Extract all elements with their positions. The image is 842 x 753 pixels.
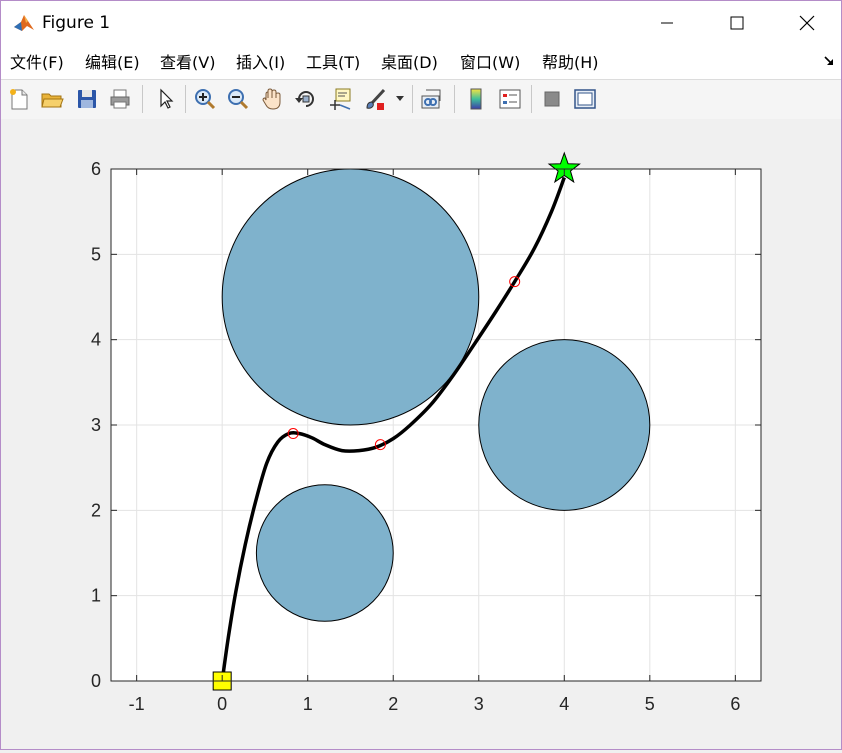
minimize-icon: [661, 22, 673, 24]
x-tick-label: 5: [645, 694, 655, 714]
data-cursor-icon: [330, 88, 351, 110]
print-button[interactable]: [105, 84, 135, 114]
menu-tools[interactable]: 工具(T): [306, 53, 360, 72]
minimize-button[interactable]: [644, 1, 690, 45]
link-plot-button[interactable]: [417, 84, 447, 114]
zoom-out-button[interactable]: [223, 84, 253, 114]
menu-window[interactable]: 窗口(W): [460, 53, 520, 72]
menu-insert[interactable]: 插入(I): [236, 53, 285, 72]
y-tick-label: 2: [91, 500, 101, 520]
select-arrow-button[interactable]: [150, 84, 180, 114]
y-tick-label: 5: [91, 244, 101, 264]
save-icon: [78, 90, 96, 108]
x-tick-label: 1: [303, 694, 313, 714]
colorbar-icon: [470, 88, 482, 110]
show-plot-tools-icon: [574, 89, 596, 109]
figure-canvas: -1 0 1 2 3 4 5 6 0 1 2 3 4 5 6: [1, 119, 841, 749]
chevron-down-icon: [396, 96, 404, 101]
new-figure-button[interactable]: [4, 84, 34, 114]
toolbar-separator: [185, 85, 186, 113]
toolbar-separator: [531, 85, 532, 113]
obstacle-right: [478, 339, 651, 511]
y-tick-label: 6: [91, 159, 101, 179]
zoom-out-icon: [228, 89, 249, 110]
select-arrow-icon: [160, 88, 174, 109]
colorbar-button[interactable]: [461, 84, 491, 114]
brush-icon: [366, 88, 386, 110]
data-cursor-button[interactable]: [325, 84, 355, 114]
save-button[interactable]: [72, 84, 102, 114]
x-tick-label: 0: [217, 694, 227, 714]
matlab-logo-icon: [13, 12, 35, 34]
toolbar-separator: [454, 85, 455, 113]
obstacle-large: [221, 168, 480, 426]
y-tick-label: 1: [91, 586, 101, 606]
pan-hand-icon: [262, 88, 281, 110]
title-bar: Figure 1: [1, 1, 841, 45]
rotate-3d-icon: [295, 91, 314, 107]
dock-arrow-icon[interactable]: [823, 55, 835, 67]
pan-button[interactable]: [257, 84, 287, 114]
menu-edit[interactable]: 编辑(E): [85, 53, 140, 72]
obstacle-bottom: [255, 484, 394, 622]
menu-desktop[interactable]: 桌面(D): [381, 53, 438, 72]
menu-bar: 文件(F) 编辑(E) 查看(V) 插入(I) 工具(T) 桌面(D) 窗口(W…: [1, 45, 841, 79]
menu-file[interactable]: 文件(F): [10, 53, 64, 72]
brush-button[interactable]: [360, 84, 390, 114]
y-tick-label: 0: [91, 671, 101, 691]
close-button[interactable]: [784, 1, 830, 45]
rotate-3d-button[interactable]: [291, 84, 321, 114]
new-figure-icon: [10, 89, 28, 110]
menu-view[interactable]: 查看(V): [160, 53, 215, 72]
y-tick-label: 4: [91, 330, 101, 350]
maximize-icon: [730, 16, 744, 30]
zoom-in-button[interactable]: [190, 84, 220, 114]
plot-svg[interactable]: -1 0 1 2 3 4 5 6 0 1 2 3 4 5 6: [1, 119, 841, 749]
print-icon: [110, 89, 130, 109]
open-file-button[interactable]: [37, 84, 67, 114]
legend-icon: [499, 89, 521, 109]
zoom-in-icon: [195, 89, 216, 110]
x-tick-label: 4: [559, 694, 569, 714]
toolbar-separator: [142, 85, 143, 113]
legend-button[interactable]: [495, 84, 525, 114]
show-plot-tools-button[interactable]: [570, 84, 600, 114]
toolbar-separator: [412, 85, 413, 113]
hide-plot-tools-icon: [544, 91, 560, 107]
menu-help[interactable]: 帮助(H): [542, 53, 599, 72]
y-tick-label: 3: [91, 415, 101, 435]
x-tick-label: 2: [388, 694, 398, 714]
x-tick-label: 3: [474, 694, 484, 714]
x-tick-label: 6: [730, 694, 740, 714]
brush-dropdown-button[interactable]: [393, 84, 407, 114]
link-plot-icon: [421, 89, 441, 109]
figure-toolbar: [1, 79, 841, 120]
hide-plot-tools-button[interactable]: [537, 84, 567, 114]
window-title: Figure 1: [42, 13, 111, 33]
open-file-icon: [41, 93, 64, 108]
maximize-button[interactable]: [714, 1, 760, 45]
x-tick-label: -1: [129, 694, 145, 714]
close-icon: [799, 15, 815, 31]
figure-window: Figure 1 文件(F) 编辑(E) 查看(V) 插入(I) 工具(T) 桌…: [0, 0, 842, 750]
